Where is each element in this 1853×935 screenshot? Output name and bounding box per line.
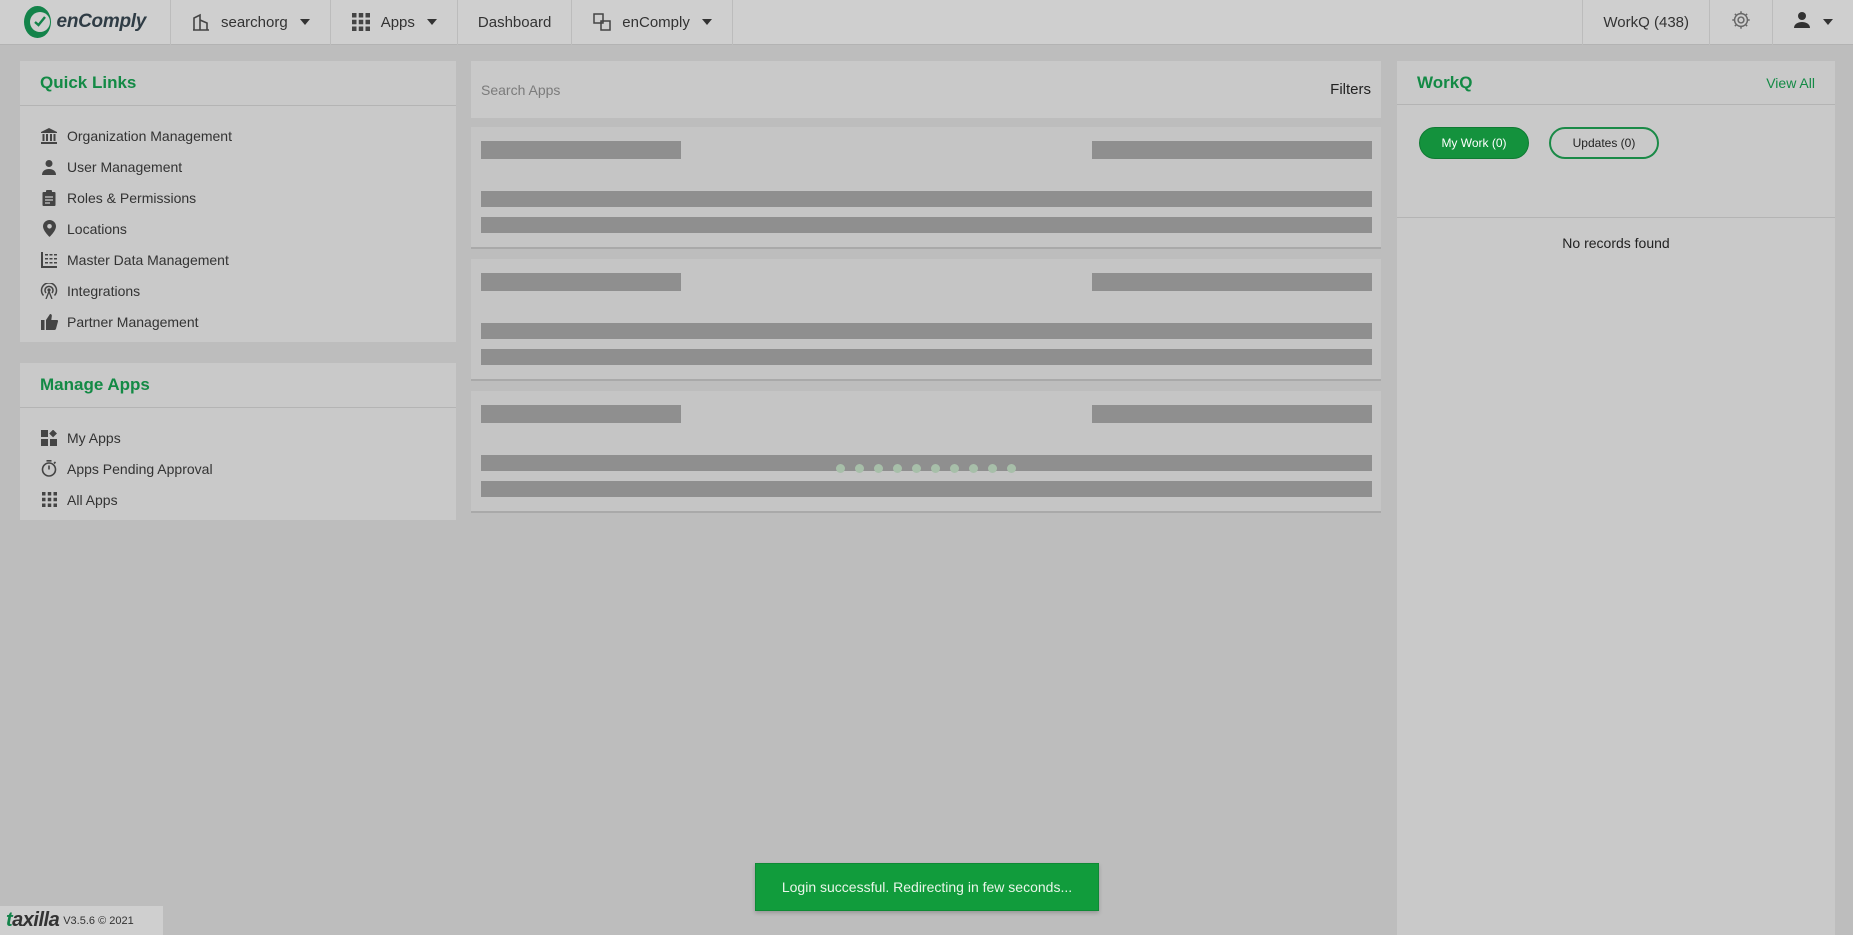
brand-logo[interactable]: enComply	[0, 0, 171, 45]
quick-link-label: Organization Management	[67, 127, 232, 144]
skeleton-bar	[481, 349, 1372, 365]
quick-link-integrations[interactable]: Integrations	[40, 275, 436, 306]
quick-link-label: User Management	[67, 158, 183, 175]
skeleton-bar	[1092, 273, 1372, 291]
apps-grid-icon	[40, 491, 58, 509]
skeleton-bar	[481, 217, 1372, 233]
workq-count-label: WorkQ (438)	[1603, 13, 1689, 31]
manage-apps-all-apps[interactable]: All Apps	[40, 484, 436, 515]
gear-icon	[1730, 9, 1752, 35]
manage-apps-header: Manage Apps	[20, 363, 456, 408]
person-icon	[40, 158, 58, 176]
workq-title: WorkQ	[1417, 72, 1473, 92]
workq-empty-state: No records found	[1562, 235, 1670, 251]
filters-button[interactable]: Filters	[1330, 81, 1371, 98]
org-switcher[interactable]: searchorg	[171, 0, 331, 45]
manage-apps-panel: Manage Apps My Apps Apps Pending Approva…	[20, 363, 456, 520]
thumbs-up-icon	[40, 313, 58, 331]
app-card-skeleton	[471, 391, 1381, 513]
skeleton-bar	[481, 481, 1372, 497]
quick-link-label: Roles & Permissions	[67, 189, 197, 206]
manage-apps-label: All Apps	[67, 491, 118, 508]
top-navbar: enComply searchorg Apps Dashboard enComp…	[0, 0, 1853, 45]
loading-spinner	[836, 464, 1016, 473]
quick-links-panel: Quick Links Organization Management User…	[20, 61, 456, 342]
manage-apps-list: My Apps Apps Pending Approval All Apps	[20, 408, 456, 521]
manage-apps-my-apps[interactable]: My Apps	[40, 422, 436, 453]
manage-apps-pending-approval[interactable]: Apps Pending Approval	[40, 453, 436, 484]
manage-apps-label: Apps Pending Approval	[67, 460, 213, 477]
workq-header: WorkQ View All	[1397, 61, 1835, 105]
map-pin-icon	[40, 220, 58, 238]
chevron-down-icon	[426, 19, 437, 25]
skeleton-bar	[481, 141, 681, 159]
skeleton-bar	[481, 273, 681, 291]
skeleton-bar	[1092, 405, 1372, 423]
building-icon	[191, 12, 211, 32]
quick-link-roles-permissions[interactable]: Roles & Permissions	[40, 182, 436, 213]
view-all-link[interactable]: View All	[1766, 75, 1815, 91]
quick-link-label: Partner Management	[67, 313, 199, 330]
dashboard-link[interactable]: Dashboard	[458, 0, 573, 45]
workq-link[interactable]: WorkQ (438)	[1582, 0, 1709, 45]
settings-button[interactable]	[1709, 0, 1772, 45]
quick-link-label: Master Data Management	[67, 251, 229, 268]
widgets-icon	[40, 429, 58, 447]
quick-link-organization-management[interactable]: Organization Management	[40, 120, 436, 151]
quick-link-locations[interactable]: Locations	[40, 213, 436, 244]
login-success-toast: Login successful. Redirecting in few sec…	[755, 863, 1099, 911]
app-switcher[interactable]: enComply	[572, 0, 733, 45]
apps-label: Apps	[380, 13, 415, 31]
quick-link-label: Locations	[67, 220, 127, 237]
tab-my-work[interactable]: My Work (0)	[1419, 127, 1529, 159]
dashboard-label: Dashboard	[477, 13, 552, 31]
quick-links-list: Organization Management User Management …	[20, 106, 456, 343]
manage-apps-title: Manage Apps	[40, 375, 150, 394]
data-grid-icon	[40, 251, 58, 269]
antenna-icon	[40, 282, 58, 300]
grid-icon	[351, 12, 371, 32]
workq-tabs: My Work (0) Updates (0)	[1397, 105, 1835, 218]
timer-icon	[40, 460, 58, 478]
quick-link-user-management[interactable]: User Management	[40, 151, 436, 182]
app-card-skeleton	[471, 127, 1381, 249]
app-switch-label: enComply	[622, 13, 690, 31]
chevron-down-icon	[701, 19, 712, 25]
quick-links-header: Quick Links	[20, 61, 456, 106]
quick-link-label: Integrations	[67, 282, 141, 299]
quick-links-title: Quick Links	[40, 73, 137, 92]
apps-menu[interactable]: Apps	[331, 0, 458, 45]
search-apps-bar: Filters	[471, 61, 1381, 118]
bank-icon	[40, 127, 58, 145]
quick-link-master-data-management[interactable]: Master Data Management	[40, 244, 436, 275]
org-label: searchorg	[221, 13, 288, 31]
switch-app-icon	[592, 12, 612, 32]
footer-brand: taxilla V3.5.6 © 2021	[0, 906, 163, 935]
chevron-down-icon	[299, 19, 310, 25]
taxilla-logo: taxilla	[6, 909, 60, 931]
tab-updates[interactable]: Updates (0)	[1549, 127, 1659, 159]
skeleton-bar	[481, 405, 681, 423]
user-menu[interactable]	[1772, 0, 1853, 45]
toast-message: Login successful. Redirecting in few sec…	[781, 879, 1073, 895]
brand-name: enComply	[56, 11, 147, 32]
skeleton-bar	[481, 323, 1372, 339]
skeleton-bar	[1092, 141, 1372, 159]
user-icon	[1793, 11, 1811, 33]
version-label: V3.5.6 © 2021	[63, 914, 134, 927]
search-apps-input[interactable]	[481, 81, 1331, 98]
clipboard-icon	[40, 189, 58, 207]
quick-link-partner-management[interactable]: Partner Management	[40, 306, 436, 337]
manage-apps-label: My Apps	[67, 429, 121, 446]
skeleton-bar	[481, 191, 1372, 207]
workq-panel: WorkQ View All My Work (0) Updates (0) N…	[1397, 61, 1835, 935]
chevron-down-icon	[1823, 19, 1833, 25]
encomply-logo-icon	[24, 6, 51, 38]
app-card-skeleton	[471, 259, 1381, 381]
